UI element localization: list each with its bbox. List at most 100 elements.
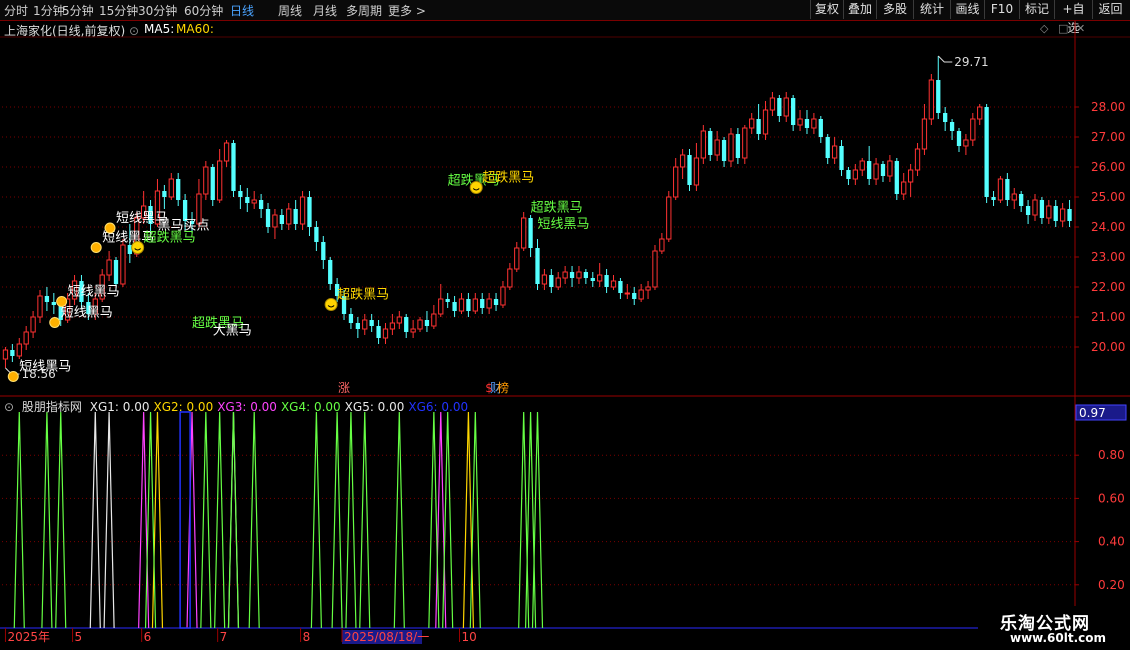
candle-body	[396, 316, 402, 324]
candle-body	[645, 286, 651, 291]
smiley-icon	[324, 298, 338, 311]
candle-body	[272, 214, 278, 228]
indicator-value-3: XG3: 0.00	[217, 400, 277, 414]
candle-body	[804, 119, 810, 128]
candle-body	[756, 119, 761, 134]
signal-spike	[138, 411, 150, 629]
candle-body	[873, 163, 879, 180]
price-tick-label: 23.00	[1091, 250, 1125, 264]
candle-body	[659, 238, 665, 252]
price-tick-label: 27.00	[1091, 130, 1125, 144]
candle-body	[507, 268, 513, 288]
event-label: 榜	[497, 380, 509, 395]
candle-body	[37, 295, 43, 318]
candle-body	[404, 317, 409, 332]
candle-body	[1019, 194, 1024, 206]
candle-body	[1046, 205, 1052, 219]
candle-body	[299, 196, 306, 225]
candle-body	[203, 166, 209, 195]
signal-label: 超跌黑马	[531, 200, 583, 216]
signal-spike	[89, 411, 101, 629]
signal-spike	[345, 411, 357, 629]
indicator-value-1: XG1: 0.00	[89, 400, 150, 414]
candle-body	[901, 181, 907, 195]
candle-body	[818, 119, 823, 137]
candle-body	[251, 199, 257, 204]
candle-body	[452, 302, 457, 311]
smiley-icon	[131, 241, 145, 254]
price-tick-label: 21.00	[1091, 310, 1125, 324]
signal-label: 超跌黑马	[482, 170, 534, 186]
candle-body	[997, 178, 1004, 201]
price-tick-label: 26.00	[1091, 160, 1125, 174]
signal-spike	[248, 411, 260, 629]
candle-body	[887, 160, 893, 177]
candle-body	[610, 280, 617, 288]
kline-chart[interactable]: 20.00 21.00 22.00 23.00 24.00 25.00 26.00 27.00…	[0, 0, 1130, 650]
high-price-label: 29.71	[954, 55, 988, 69]
candle-body	[555, 277, 561, 288]
price-tick-label: 22.00	[1091, 280, 1125, 294]
candle-body	[721, 140, 727, 161]
candle-body	[10, 350, 15, 356]
candle-body	[728, 133, 734, 162]
current-value-label: 0.97	[1079, 406, 1106, 420]
candle-body	[424, 320, 430, 326]
candle-body	[652, 250, 658, 288]
candle-body	[1032, 199, 1038, 216]
signal-spike	[13, 411, 25, 629]
candle-body	[410, 328, 416, 333]
candle-body	[445, 299, 450, 302]
coin-icon	[104, 222, 116, 234]
candle-body	[389, 322, 396, 330]
candle-body	[956, 131, 962, 146]
candle-body	[880, 164, 886, 176]
coin-icon	[49, 317, 61, 328]
candle-body	[914, 148, 921, 171]
candle-body	[238, 191, 243, 197]
candle-body	[486, 298, 492, 309]
candle-body	[977, 106, 983, 120]
candle-body	[514, 247, 520, 270]
signal-label: 超跌黑马	[337, 287, 389, 303]
indicator-tick-label: 0.80	[1098, 448, 1125, 462]
candle-body	[1039, 200, 1045, 218]
candle-body	[687, 155, 692, 185]
candle-body	[852, 169, 858, 180]
candle-body	[521, 217, 527, 249]
candle-body	[1011, 193, 1017, 201]
circle-down-icon[interactable]: ⊙	[4, 400, 14, 414]
signal-spike	[524, 411, 537, 629]
signal-spike	[151, 411, 164, 629]
candle-body	[867, 161, 872, 179]
xg6-bar	[179, 411, 191, 629]
candle-body	[541, 274, 548, 285]
candle-body	[618, 281, 623, 293]
candle-body	[839, 146, 844, 170]
candle-body	[742, 127, 748, 159]
signal-label: 短线黑马	[61, 306, 113, 321]
candle-body	[831, 145, 838, 159]
indicator-header: ⊙ 股朋指标网 XG1: 0.00 XG2: 0.00 XG3: 0.00 XG4: …	[4, 398, 476, 415]
candle-body	[583, 272, 589, 278]
signal-spike	[531, 411, 544, 629]
candle-body	[362, 319, 368, 330]
candle-body	[279, 215, 284, 224]
signal-spike	[359, 411, 371, 629]
candle-body	[314, 227, 319, 242]
candle-body	[921, 118, 928, 150]
candle-body	[569, 272, 575, 278]
candle-body	[106, 259, 112, 276]
candle-body	[783, 97, 789, 117]
signal-spike	[55, 411, 67, 629]
candle-body	[431, 313, 437, 327]
indicator-value-2: XG2: 0.00	[153, 400, 214, 414]
signal-spike	[227, 411, 240, 629]
smiley-icon	[469, 181, 483, 194]
candle-body	[846, 170, 851, 179]
watermark-url: www.60lt.com	[1010, 631, 1107, 645]
indicator-tick-label: 0.60	[1098, 491, 1125, 505]
candle-body	[963, 139, 969, 147]
x-tick-label: 10	[461, 630, 476, 644]
signal-spike	[469, 411, 481, 629]
